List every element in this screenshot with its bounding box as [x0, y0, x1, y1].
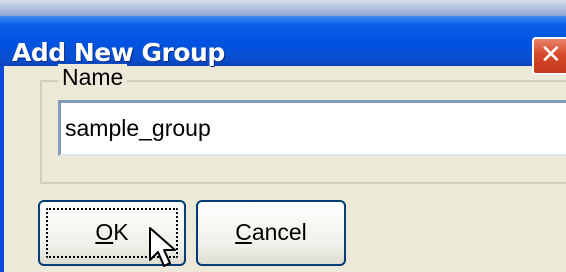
close-icon: ✕: [540, 40, 562, 70]
close-button[interactable]: ✕: [532, 37, 566, 75]
window-left-border: [0, 66, 4, 272]
dialog-title: Add New Group: [12, 38, 225, 67]
cancel-button[interactable]: Cancel: [196, 200, 346, 266]
group-name-input[interactable]: [58, 100, 566, 156]
cancel-label-rest: ancel: [251, 219, 307, 245]
title-bar[interactable]: Add New Group ✕: [0, 16, 566, 75]
arrow-pointer-icon: [149, 227, 176, 267]
cancel-mnemonic: C: [235, 219, 252, 245]
desktop-strip: [0, 0, 566, 16]
add-new-group-dialog: Add New Group ✕ Name OK Cancel: [0, 0, 566, 272]
name-groupbox-label: Name: [58, 64, 128, 91]
